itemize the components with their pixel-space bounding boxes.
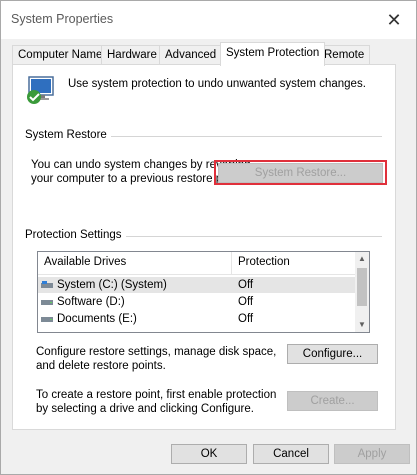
tab-computer-name[interactable]: Computer Name xyxy=(12,45,109,65)
apply-button[interactable]: Apply xyxy=(334,444,410,464)
drive-icon xyxy=(41,317,53,322)
close-icon[interactable]: ✕ xyxy=(382,8,406,32)
protection-settings-label: Protection Settings xyxy=(25,229,126,241)
title-bar[interactable]: System Properties ✕ xyxy=(1,1,416,39)
tab-remote[interactable]: Remote xyxy=(318,45,371,65)
tab-system-protection[interactable]: System Protection xyxy=(220,42,326,66)
create-button[interactable]: Create... xyxy=(287,391,378,411)
column-protection[interactable]: Protection xyxy=(238,256,290,268)
system-drive-icon xyxy=(41,281,53,288)
drive-protection-status: Off xyxy=(238,279,254,291)
system-protection-icon xyxy=(27,76,54,104)
tab-advanced[interactable]: Advanced xyxy=(159,45,223,65)
intro-text: Use system protection to undo unwanted s… xyxy=(68,78,366,90)
window-title: System Properties xyxy=(11,12,114,26)
system-restore-label: System Restore xyxy=(25,129,111,141)
ok-button[interactable]: OK xyxy=(171,444,247,464)
drive-name: System (C:) (System) xyxy=(57,279,167,291)
tab-hardware[interactable]: Hardware xyxy=(101,45,163,65)
column-divider xyxy=(231,252,232,274)
configure-description-1: Configure restore settings, manage disk … xyxy=(36,346,277,358)
drive-row-software-d[interactable]: Software (D:) Off xyxy=(38,294,356,310)
system-properties-window: System Properties ✕ Computer Name Hardwa… xyxy=(0,0,417,475)
drives-list[interactable]: Available Drives Protection System (C:) … xyxy=(37,251,370,333)
scrollbar-thumb[interactable] xyxy=(357,268,367,306)
drive-name: Documents (E:) xyxy=(57,313,137,325)
create-description-2: by selecting a drive and clicking Config… xyxy=(36,403,254,415)
cancel-button[interactable]: Cancel xyxy=(253,444,329,464)
column-available-drives[interactable]: Available Drives xyxy=(44,256,126,268)
configure-button[interactable]: Configure... xyxy=(287,344,378,364)
drives-list-scrollbar[interactable]: ▲ ▼ xyxy=(355,252,369,332)
drive-name: Software (D:) xyxy=(57,296,125,308)
configure-description-2: and delete restore points. xyxy=(36,360,166,372)
tab-panel: Use system protection to undo unwanted s… xyxy=(12,64,396,430)
scroll-up-icon[interactable]: ▲ xyxy=(355,252,369,266)
drive-row-documents-e[interactable]: Documents (E:) Off xyxy=(38,311,356,327)
drive-protection-status: Off xyxy=(238,296,254,308)
drive-icon xyxy=(41,300,53,305)
system-restore-description-2: your computer to a previous restore poin… xyxy=(31,173,244,185)
drives-list-header: Available Drives Protection xyxy=(38,252,356,275)
system-restore-button[interactable]: System Restore... xyxy=(218,163,383,183)
drive-protection-status: Off xyxy=(238,313,254,325)
drive-row-system-c[interactable]: System (C:) (System) Off xyxy=(38,277,356,293)
create-description-1: To create a restore point, first enable … xyxy=(36,389,277,401)
scroll-down-icon[interactable]: ▼ xyxy=(355,318,369,332)
